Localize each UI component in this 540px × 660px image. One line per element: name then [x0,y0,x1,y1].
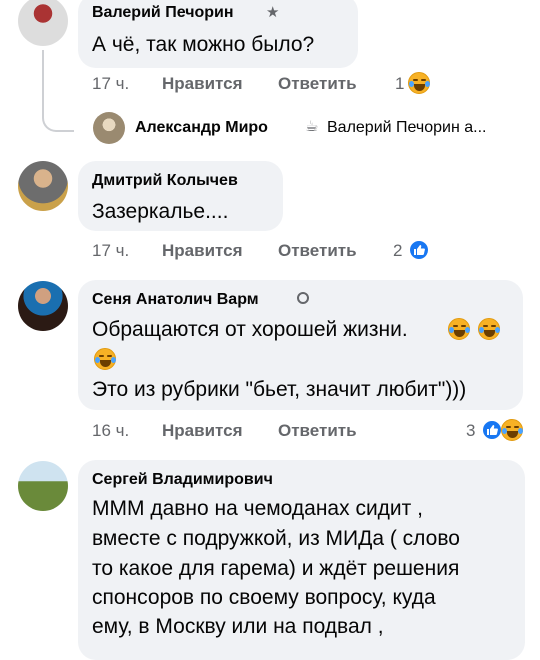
comment-time[interactable]: 17 ч. [92,241,129,261]
comment-text: Обращаются от хорошей жизни. [92,318,408,341]
haha-emoji-icon [478,318,500,340]
reaction-count[interactable]: 2 [393,241,402,261]
reply-button[interactable]: Ответить [278,241,357,261]
haha-reaction-icon [501,419,523,441]
like-button[interactable]: Нравится [162,74,243,94]
comment-author[interactable]: Сергей Владимирович [92,471,273,489]
comment-author[interactable]: Сеня Анатолич Варм [92,291,259,309]
comment-time[interactable]: 17 ч. [92,74,129,94]
reply-connector [42,50,74,132]
haha-emoji-icon [94,348,116,370]
like-button[interactable]: Нравится [162,241,243,261]
comment-text: спонсоров по своему вопросу, куда [92,586,436,609]
comment-text: Зазеркалье.... [92,200,229,223]
avatar[interactable] [18,0,68,46]
comment-time[interactable]: 16 ч. [92,421,129,441]
comment-text: то какое для гарема) и ждёт решения [92,557,460,580]
like-reaction-icon [481,419,503,441]
shield-icon [297,292,309,304]
reply-snippet[interactable]: Валерий Печорин а... [327,119,486,137]
comment-text: А чё, так можно было? [92,33,315,56]
like-button[interactable]: Нравится [162,421,243,441]
avatar[interactable] [18,161,68,211]
comment-text: вместе с подружкой, из МИДа ( слово [92,527,460,550]
comment-text: ему, в Москву или на подвал , [92,615,384,638]
reply-author[interactable]: Александр Миро [135,119,268,137]
avatar[interactable] [93,112,125,144]
haha-emoji-icon [448,318,470,340]
comment-author[interactable]: Валерий Печорин [92,4,234,22]
avatar[interactable] [18,281,68,331]
reaction-count[interactable]: 3 [466,421,475,441]
reply-button[interactable]: Ответить [278,74,357,94]
star-icon: ★ [266,4,280,21]
haha-reaction-icon [408,72,430,94]
coffee-icon: ☕ [305,118,319,135]
avatar[interactable] [18,461,68,511]
comment-text: МММ давно на чемоданах сидит , [92,497,423,520]
comment-text: Это из рубрики "бьет, значит любит"))) [92,378,467,401]
reaction-count[interactable]: 1 [395,74,404,94]
like-reaction-icon [408,239,430,261]
comment-author[interactable]: Дмитрий Колычев [92,172,238,190]
reply-button[interactable]: Ответить [278,421,357,441]
